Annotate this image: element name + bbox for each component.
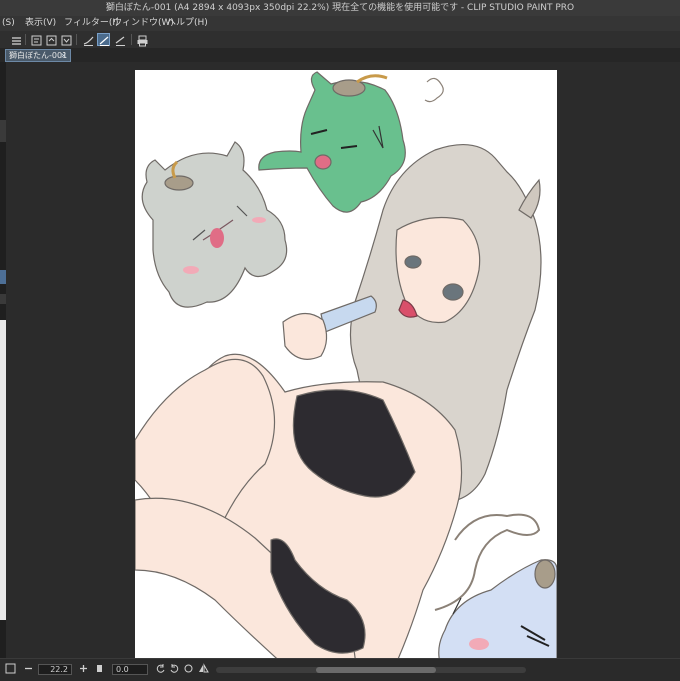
menu-item-s[interactable]: (S) bbox=[2, 16, 15, 31]
rotate-left-icon[interactable] bbox=[155, 663, 166, 678]
save-file-icon[interactable] bbox=[59, 33, 72, 46]
rotate-slider-icon[interactable] bbox=[94, 663, 105, 678]
status-bar: 22.2 0.0 bbox=[0, 658, 680, 681]
menu-item-view[interactable]: 表示(V) bbox=[25, 16, 56, 31]
canvas-workspace[interactable] bbox=[6, 62, 680, 658]
blue-cat-mascot bbox=[438, 559, 558, 658]
menu-item-filter[interactable]: フィルター(I) bbox=[64, 16, 119, 31]
rotation-field[interactable]: 0.0 bbox=[112, 664, 148, 675]
reset-rotation-icon[interactable] bbox=[183, 663, 194, 678]
document-tab[interactable]: 獅白ぼたん-001 × bbox=[5, 49, 71, 62]
selected-stroke-icon[interactable] bbox=[97, 33, 110, 46]
zoom-in-icon[interactable] bbox=[78, 663, 89, 678]
zoom-field[interactable]: 22.2 bbox=[38, 664, 72, 675]
zoom-out-icon[interactable] bbox=[23, 663, 34, 678]
toolbar-divider bbox=[25, 34, 26, 45]
drawing-canvas[interactable] bbox=[134, 70, 558, 658]
pen-stroke-icon[interactable] bbox=[81, 33, 94, 46]
navigator-icon[interactable] bbox=[5, 663, 16, 678]
line-tool-icon[interactable] bbox=[113, 33, 126, 46]
toolbar-divider bbox=[76, 34, 77, 45]
rotate-right-icon[interactable] bbox=[169, 663, 180, 678]
flip-horizontal-icon[interactable] bbox=[198, 663, 209, 678]
print-icon[interactable] bbox=[135, 33, 148, 47]
window-title: 獅白ぼたん-001 (A4 2894 x 4093px 350dpi 22.2%… bbox=[105, 3, 575, 13]
menu-bar: (S) 表示(V) フィルター(I) ウィンドウ(W) ヘルプ(H) bbox=[0, 16, 680, 31]
title-bar: 獅白ぼたん-001 (A4 2894 x 4093px 350dpi 22.2%… bbox=[0, 0, 680, 16]
toolbar-divider bbox=[131, 34, 132, 45]
artwork bbox=[134, 71, 558, 658]
open-file-icon[interactable] bbox=[44, 33, 57, 46]
horizontal-scrollbar[interactable] bbox=[216, 667, 526, 673]
menu-item-help[interactable]: ヘルプ(H) bbox=[167, 16, 208, 31]
rotation-value: 0.0 bbox=[116, 665, 129, 674]
scrollbar-thumb[interactable] bbox=[316, 667, 436, 673]
command-bar bbox=[0, 31, 680, 49]
document-tab-bar: 獅白ぼたん-001 × bbox=[0, 48, 680, 62]
zoom-value: 22.2 bbox=[50, 665, 68, 674]
new-file-icon[interactable] bbox=[29, 33, 42, 46]
document-tab-label: 獅白ぼたん-001 bbox=[9, 51, 68, 60]
close-icon[interactable]: × bbox=[60, 50, 67, 61]
menu-icon[interactable] bbox=[9, 33, 22, 46]
menu-item-window[interactable]: ウィンドウ(W) bbox=[113, 16, 174, 31]
